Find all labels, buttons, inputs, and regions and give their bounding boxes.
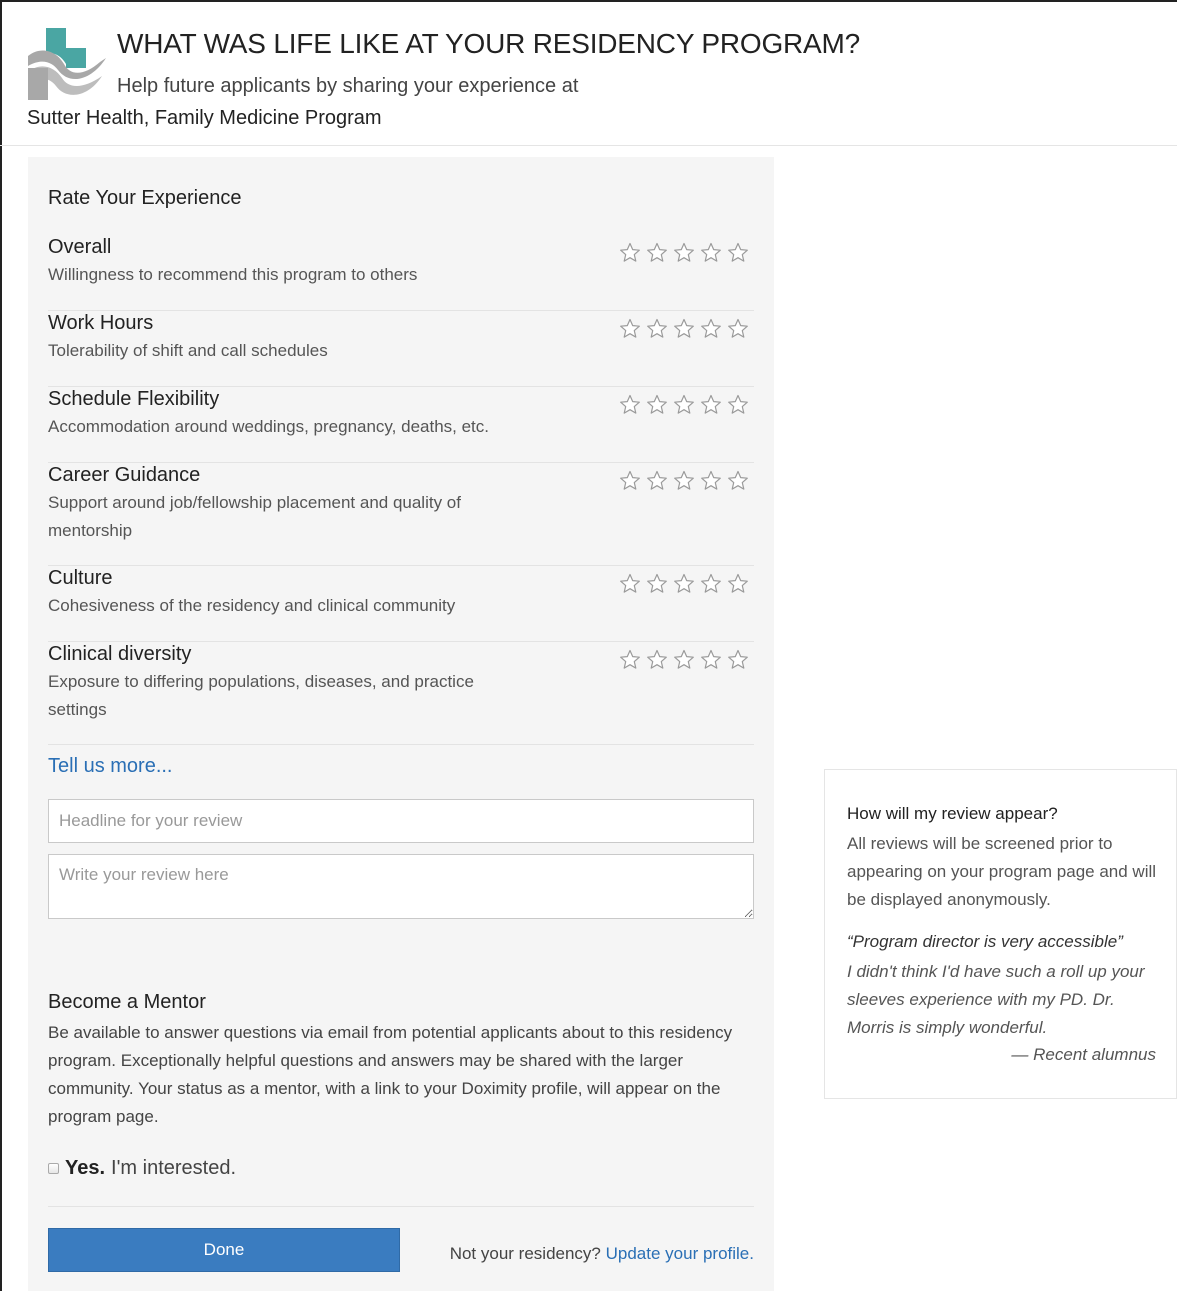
program-name: Sutter Health, Family Medicine Program: [27, 107, 382, 129]
not-your-residency-text: Not your residency?: [449, 1244, 601, 1263]
testimonial-attribution: — Recent alumnus: [1011, 1045, 1156, 1064]
star-icon[interactable]: [699, 469, 723, 493]
star-icon[interactable]: [645, 317, 669, 341]
star-icon[interactable]: [672, 469, 696, 493]
star-icon[interactable]: [645, 572, 669, 596]
review-info-box: How will my review appear? All reviews w…: [824, 769, 1177, 1099]
page-title: WHAT WAS LIFE LIKE AT YOUR RESIDENCY PRO…: [117, 28, 861, 59]
tell-us-more-link[interactable]: Tell us more...: [48, 755, 172, 778]
rating-name: Culture: [48, 567, 113, 589]
page-header: WHAT WAS LIFE LIKE AT YOUR RESIDENCY PRO…: [0, 0, 1177, 146]
star-icon[interactable]: [672, 241, 696, 265]
rating-description: Accommodation around weddings, pregnancy…: [48, 417, 490, 436]
star-icon[interactable]: [645, 648, 669, 672]
star-icon[interactable]: [672, 572, 696, 596]
star-icon[interactable]: [645, 393, 669, 417]
review-body-textarea[interactable]: [48, 854, 754, 919]
star-icon[interactable]: [672, 317, 696, 341]
mentor-section-title: Become a Mentor: [48, 991, 206, 1013]
rating-row: Work Hours Tolerability of shift and call…: [48, 311, 754, 387]
star-rating-control[interactable]: [618, 317, 750, 341]
star-rating-control[interactable]: [618, 241, 750, 265]
rating-description: Tolerability of shift and call schedules: [48, 341, 328, 360]
rating-name: Clinical diversity: [48, 643, 192, 665]
star-icon[interactable]: [726, 648, 750, 672]
rating-row: Clinical diversity Exposure to differing …: [48, 642, 754, 745]
star-icon[interactable]: [618, 317, 642, 341]
rating-description: Willingness to recommend this program to…: [48, 265, 418, 284]
star-icon[interactable]: [618, 393, 642, 417]
rate-section-title: Rate Your Experience: [48, 187, 242, 209]
rating-description: Support around job/fellowship placement …: [48, 493, 461, 540]
rating-row: Culture Cohesiveness of the residency and…: [48, 566, 754, 642]
sutter-health-logo-icon: [28, 28, 106, 100]
star-icon[interactable]: [618, 648, 642, 672]
form-divider: [48, 1206, 754, 1207]
mentor-interest-option[interactable]: Yes. I'm interested.: [48, 1157, 236, 1180]
rating-description: Cohesiveness of the residency and clinic…: [48, 596, 456, 615]
review-form-panel: Rate Your Experience Overall Willingness …: [28, 157, 774, 1291]
star-icon[interactable]: [699, 648, 723, 672]
not-your-residency: Not your residency? Update your profile.: [450, 1244, 754, 1264]
rating-description: Exposure to differing populations, disea…: [48, 672, 474, 719]
star-icon[interactable]: [726, 317, 750, 341]
star-icon[interactable]: [699, 241, 723, 265]
review-info-question: How will my review appear?: [847, 804, 1058, 823]
rating-name: Work Hours: [48, 312, 154, 334]
rating-row: Overall Willingness to recommend this pro…: [48, 235, 754, 311]
mentor-description: Be available to answer questions via ema…: [48, 1023, 733, 1126]
star-icon[interactable]: [726, 393, 750, 417]
mentor-interest-label: I'm interested.: [111, 1157, 237, 1179]
testimonial-headline: “Program director is very accessible”: [847, 932, 1123, 951]
star-icon[interactable]: [726, 241, 750, 265]
review-headline-input[interactable]: [48, 799, 754, 843]
star-rating-control[interactable]: [618, 469, 750, 493]
star-icon[interactable]: [699, 393, 723, 417]
review-info-answer: All reviews will be screened prior to ap…: [847, 834, 1157, 909]
page-subtitle: Help future applicants by sharing your e…: [117, 75, 579, 97]
testimonial-body: I didn't think I'd have such a roll up y…: [847, 962, 1145, 1037]
star-rating-control[interactable]: [618, 572, 750, 596]
update-profile-link[interactable]: Update your profile.: [606, 1244, 754, 1263]
star-icon[interactable]: [618, 469, 642, 493]
rating-row: Schedule Flexibility Accommodation around…: [48, 387, 754, 463]
rating-name: Career Guidance: [48, 464, 201, 486]
mentor-interest-checkbox[interactable]: [48, 1163, 59, 1174]
star-icon[interactable]: [618, 241, 642, 265]
star-icon[interactable]: [645, 469, 669, 493]
star-icon[interactable]: [726, 572, 750, 596]
rating-name: Overall: [48, 236, 112, 258]
star-rating-control[interactable]: [618, 648, 750, 672]
star-rating-control[interactable]: [618, 393, 750, 417]
rating-row: Career Guidance Support around job/fellow…: [48, 463, 754, 566]
star-icon[interactable]: [726, 469, 750, 493]
done-button[interactable]: Done: [48, 1228, 400, 1272]
star-icon[interactable]: [672, 393, 696, 417]
star-icon[interactable]: [699, 317, 723, 341]
star-icon[interactable]: [645, 241, 669, 265]
star-icon[interactable]: [699, 572, 723, 596]
star-icon[interactable]: [618, 572, 642, 596]
star-icon[interactable]: [672, 648, 696, 672]
rating-name: Schedule Flexibility: [48, 388, 220, 410]
mentor-yes-label: Yes.: [65, 1157, 106, 1179]
